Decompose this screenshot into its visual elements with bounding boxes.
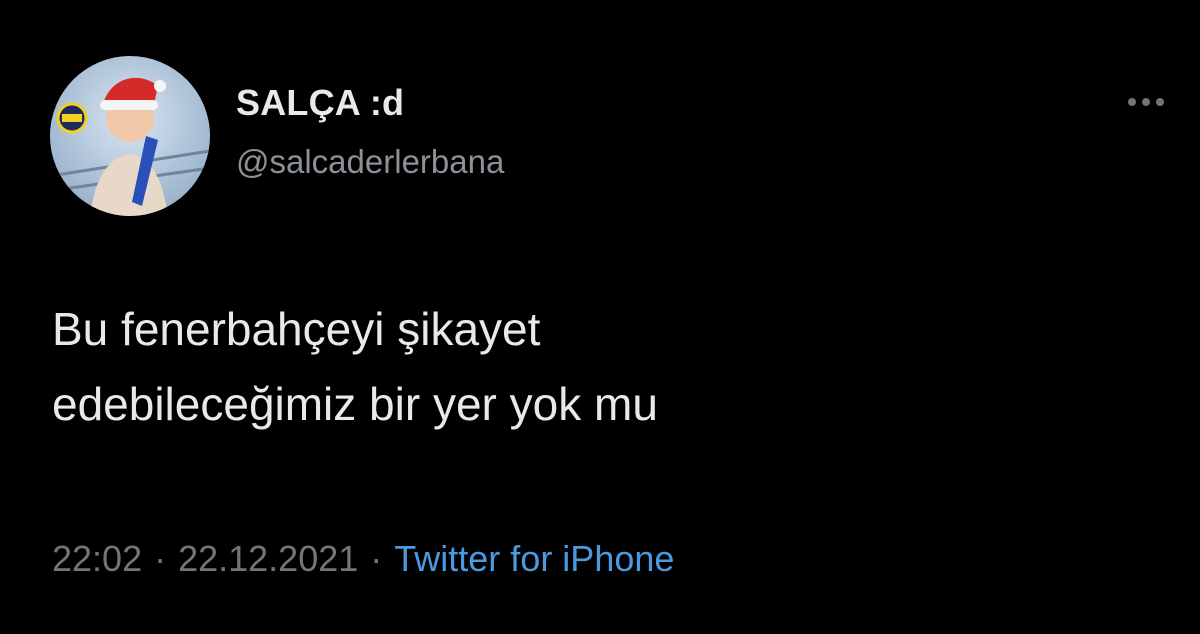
more-dot [1142, 98, 1150, 106]
avatar[interactable] [50, 56, 210, 216]
tweet-meta: 22:02 · 22.12.2021 · Twitter for iPhone [52, 538, 674, 580]
tweet-source-link[interactable]: Twitter for iPhone [394, 538, 674, 580]
more-dot [1128, 98, 1136, 106]
tweet-text-line: Bu fenerbahçeyi şikayet [52, 303, 541, 355]
tweet-time[interactable]: 22:02 [52, 538, 142, 580]
meta-separator: · [154, 538, 167, 579]
tweet-card: SALÇA :d @salcaderlerbana Bu fenerbahçey… [0, 0, 1200, 634]
display-name[interactable]: SALÇA :d [236, 82, 404, 124]
more-dot [1156, 98, 1164, 106]
meta-separator: · [370, 538, 383, 579]
user-handle[interactable]: @salcaderlerbana [236, 143, 504, 181]
avatar-image [50, 56, 210, 216]
more-options-icon[interactable] [1118, 88, 1174, 116]
tweet-date[interactable]: 22.12.2021 [178, 538, 358, 580]
tweet-text-line: edebileceğimiz bir yer yok mu [52, 378, 658, 430]
tweet-text: Bu fenerbahçeyi şikayet edebileceğimiz b… [52, 292, 1152, 442]
